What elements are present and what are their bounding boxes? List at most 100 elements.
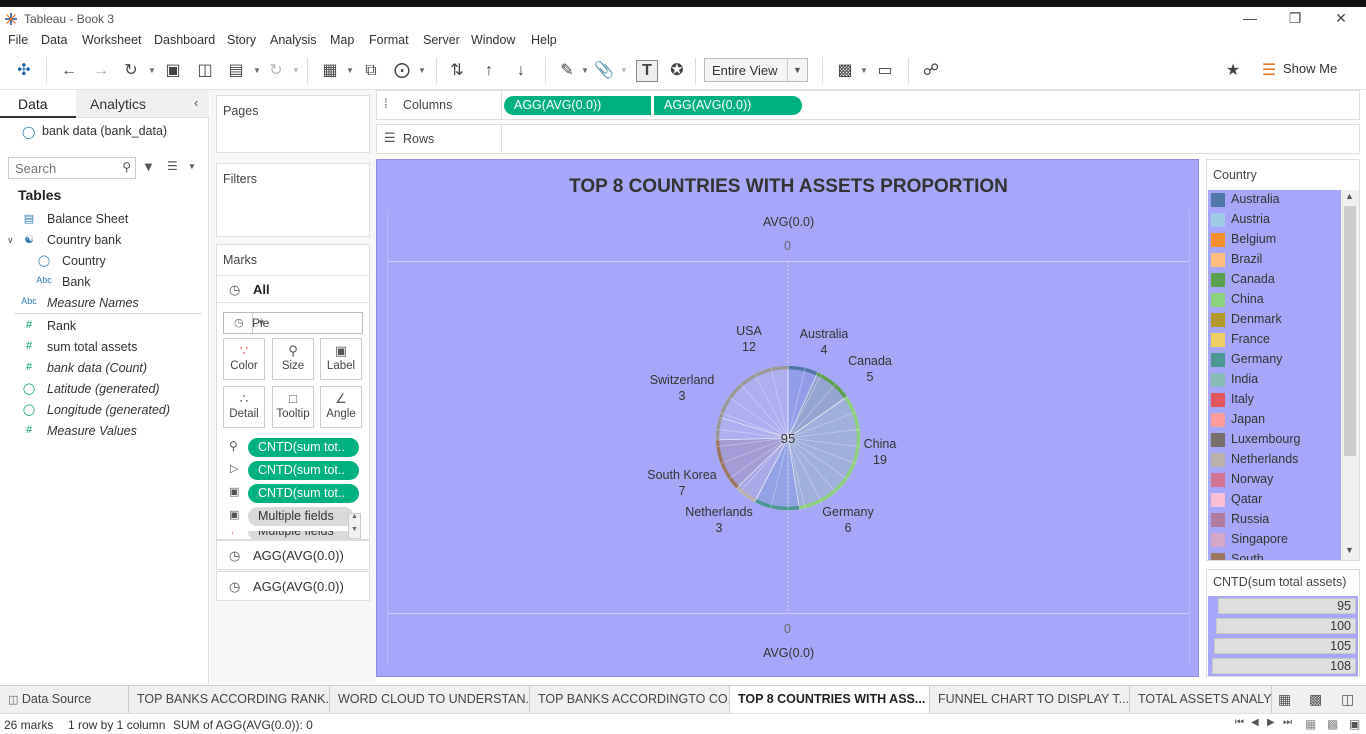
- rows-shelf[interactable]: ☰ Rows: [376, 124, 1360, 154]
- scroll-down-icon[interactable]: ▼: [351, 526, 358, 533]
- field-country-bank[interactable]: ☯ Country bank: [24, 233, 121, 247]
- new-story-icon[interactable]: ◫: [1341, 691, 1354, 708]
- pause-updates-icon[interactable]: ▤: [226, 61, 246, 81]
- menu-data[interactable]: Data: [41, 33, 67, 47]
- field-bank[interactable]: Abc Bank: [36, 275, 90, 289]
- refresh-icon[interactable]: ↻: [266, 61, 286, 81]
- size-button[interactable]: ⚲ Size: [272, 338, 314, 380]
- marks-scrollbar[interactable]: ▲ ▼: [348, 513, 361, 539]
- menu-map[interactable]: Map: [330, 33, 354, 47]
- tooltip-button[interactable]: □ Tooltip: [272, 386, 314, 428]
- sheet-tab[interactable]: TOP BANKS ACCORDINGTO CO...: [530, 686, 730, 713]
- minimize-icon[interactable]: —: [1240, 10, 1260, 26]
- restore-icon[interactable]: ❐: [1285, 10, 1305, 27]
- marks-all-row[interactable]: ◷ All: [217, 275, 369, 303]
- pages-card[interactable]: Pages: [216, 95, 370, 153]
- cards-visibility-icon[interactable]: ▩: [835, 61, 855, 81]
- replay-icon[interactable]: ↻: [121, 61, 141, 81]
- menu-file[interactable]: File: [8, 33, 28, 47]
- size-legend-item[interactable]: 105: [1214, 638, 1356, 654]
- label-button[interactable]: ▣ Label: [320, 338, 362, 380]
- filter-icon[interactable]: ▼: [142, 159, 155, 174]
- search-icon[interactable]: ⚲: [122, 160, 131, 174]
- show-tabs-icon[interactable]: ▣: [1349, 717, 1360, 731]
- new-dashboard-icon[interactable]: ▩: [1309, 691, 1322, 708]
- field-country[interactable]: ◯ Country: [38, 254, 106, 268]
- menu-dashboard[interactable]: Dashboard: [154, 33, 215, 47]
- show-mark-labels-icon[interactable]: T: [636, 60, 658, 82]
- duplicate-sheet-icon[interactable]: ⧉: [361, 61, 381, 81]
- undo-icon[interactable]: ←: [59, 61, 79, 81]
- datasource-name[interactable]: bank data (bank_data): [42, 124, 167, 138]
- sheet-tab[interactable]: WORD CLOUD TO UNDERSTAN...: [330, 686, 530, 713]
- field-measure-names[interactable]: Abc Measure Names: [21, 296, 138, 310]
- clear-sheet-icon[interactable]: ⨀: [392, 61, 412, 81]
- chevron-down-icon[interactable]: ▼: [292, 66, 300, 75]
- size-legend-item[interactable]: 100: [1216, 618, 1356, 634]
- columns-pill-2[interactable]: AGG(AVG(0.0)): [654, 96, 802, 115]
- chevron-down-icon[interactable]: ▼: [418, 66, 426, 75]
- tab-data-source[interactable]: ◫ Data Source: [0, 686, 129, 713]
- scroll-up-icon[interactable]: ▲: [1345, 191, 1354, 201]
- chevron-down-icon[interactable]: ▼: [148, 66, 156, 75]
- group-members-icon[interactable]: 📎: [594, 61, 614, 81]
- detail-button[interactable]: ∴ Detail: [223, 386, 265, 428]
- share-icon[interactable]: ☍: [921, 61, 941, 81]
- menu-help[interactable]: Help: [531, 33, 557, 47]
- mark-type-select[interactable]: ◷ Pie ▼: [223, 312, 363, 334]
- menu-worksheet[interactable]: Worksheet: [82, 33, 142, 47]
- field-latitude[interactable]: ◯ Latitude (generated): [23, 382, 160, 396]
- filters-card[interactable]: Filters: [216, 163, 370, 237]
- sheet-tab-active[interactable]: TOP 8 COUNTRIES WITH ASS...: [730, 686, 930, 713]
- pie-chart[interactable]: 95 Australia 4 Canada 5 China 19 Germany 6 Nether…: [377, 160, 1200, 678]
- chevron-down-icon[interactable]: ▼: [620, 66, 628, 75]
- sheet-tab[interactable]: FUNNEL CHART TO DISPLAY T...: [930, 686, 1130, 713]
- chevron-down-icon[interactable]: ▼: [253, 66, 261, 75]
- field-rank[interactable]: # Rank: [26, 319, 76, 333]
- chevron-down-icon[interactable]: ▼: [860, 66, 868, 75]
- fit-view-select[interactable]: Entire View ▼: [704, 58, 808, 82]
- search-input[interactable]: [9, 158, 109, 178]
- presentation-mode-icon[interactable]: ▭: [875, 61, 895, 81]
- field-measure-values[interactable]: # Measure Values: [26, 424, 137, 438]
- measure-agg-row[interactable]: ◷ AGG(AVG(0.0)): [216, 540, 370, 570]
- prev-sheet-icon[interactable]: ◀: [1251, 717, 1259, 728]
- sort-ascending-icon[interactable]: ↑: [479, 61, 499, 81]
- sort-descending-icon[interactable]: ↓: [511, 61, 531, 81]
- mark-pill-label[interactable]: CNTD(sum tot..: [248, 484, 359, 503]
- menu-window[interactable]: Window: [471, 33, 515, 47]
- chevron-down-icon[interactable]: ▼: [581, 66, 589, 75]
- chevron-down-icon[interactable]: ∨: [7, 235, 14, 246]
- highlight-icon[interactable]: ✎: [557, 61, 577, 81]
- show-filmstrip-icon[interactable]: ▦: [1305, 717, 1316, 731]
- chevron-down-icon[interactable]: ▼: [346, 66, 354, 75]
- tableau-home-icon[interactable]: ✣: [14, 61, 34, 81]
- mark-pill-angle[interactable]: CNTD(sum tot..: [248, 461, 359, 480]
- menu-analysis[interactable]: Analysis: [270, 33, 317, 47]
- mark-pill-multiple-fields[interactable]: Multiple fields: [248, 531, 354, 539]
- scroll-thumb[interactable]: [1344, 206, 1356, 456]
- scroll-down-icon[interactable]: ▼: [1345, 545, 1354, 555]
- first-sheet-icon[interactable]: ⏮: [1235, 717, 1244, 728]
- size-legend-item[interactable]: 108: [1212, 658, 1356, 674]
- scroll-up-icon[interactable]: ▲: [351, 513, 358, 520]
- field-bank-data-count[interactable]: # bank data (Count): [26, 361, 147, 375]
- menu-server[interactable]: Server: [423, 33, 460, 47]
- field-balance-sheet[interactable]: ▤ Balance Sheet: [24, 212, 129, 226]
- columns-shelf[interactable]: ⁞ Columns AGG(AVG(0.0)) AGG(AVG(0.0)): [376, 90, 1360, 120]
- new-worksheet-icon[interactable]: ▦: [1278, 691, 1291, 708]
- show-me-icon[interactable]: ☰: [1259, 61, 1279, 81]
- show-me-button[interactable]: Show Me: [1283, 61, 1337, 76]
- format-painter-icon[interactable]: ★: [1223, 61, 1243, 81]
- new-worksheet-icon[interactable]: ▦: [320, 61, 340, 81]
- next-sheet-icon[interactable]: ▶: [1267, 717, 1275, 728]
- chevron-down-icon[interactable]: ▼: [787, 59, 807, 81]
- new-datasource-icon[interactable]: ◫: [195, 61, 215, 81]
- field-longitude[interactable]: ◯ Longitude (generated): [23, 403, 170, 417]
- mark-pill-size[interactable]: CNTD(sum tot..: [248, 438, 359, 457]
- chevron-down-icon[interactable]: ▼: [252, 313, 270, 333]
- columns-pill-1[interactable]: AGG(AVG(0.0)): [504, 96, 651, 115]
- tab-analytics[interactable]: Analytics ‹: [76, 90, 209, 118]
- viz-canvas[interactable]: TOP 8 COUNTRIES WITH ASSETS PROPORTION A…: [376, 159, 1199, 677]
- last-sheet-icon[interactable]: ⏭: [1283, 717, 1292, 728]
